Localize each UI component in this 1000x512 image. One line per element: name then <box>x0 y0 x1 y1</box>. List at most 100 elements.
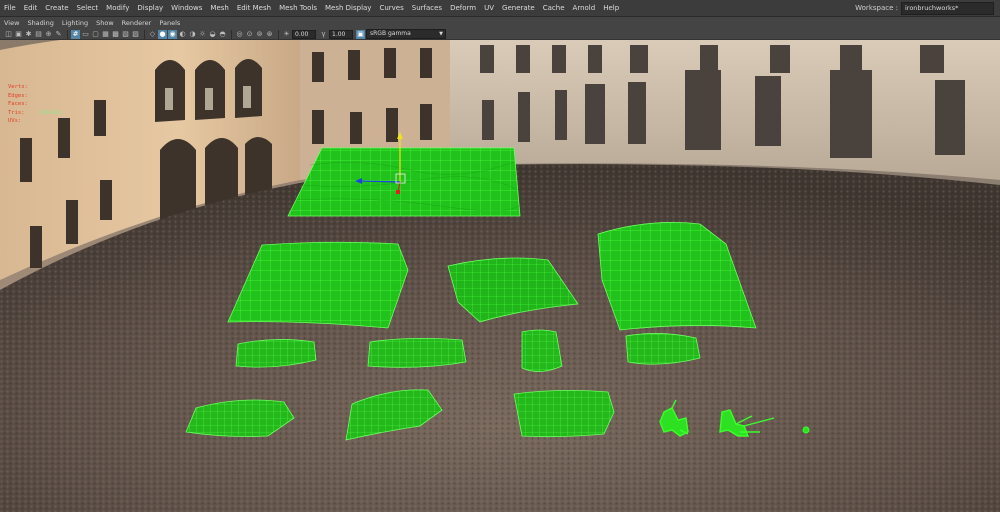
ambient-occlusion-icon[interactable]: ◓ <box>218 30 227 39</box>
mesh-patch[interactable] <box>367 338 467 368</box>
select-camera-icon[interactable]: ◫ <box>4 30 13 39</box>
gamma-icon: γ <box>321 29 326 38</box>
hud-row: Tris: 1014122 <box>8 109 116 118</box>
gamma-field[interactable]: 1.00 <box>329 29 353 39</box>
hud-value <box>68 83 96 92</box>
panel-menu-bar: View Shading Lighting Show Renderer Pane… <box>0 17 1000 29</box>
textured-icon[interactable]: ◑ <box>188 30 197 39</box>
menu-surfaces[interactable]: Surfaces <box>408 0 446 16</box>
hud-value <box>102 92 116 101</box>
safe-action-icon[interactable]: ▧ <box>121 30 130 39</box>
isolate-select-icon[interactable]: ◎ <box>235 30 244 39</box>
viewport-toolbar: ◫ ▣ ✱ ▤ ⊕ ✎ # ▭ ▢ ▦ ▩ ▧ ▨ ◇ ● ◉ ◐ ◑ ☼ ◒ … <box>0 29 1000 40</box>
color-management-icon[interactable]: ▣ <box>356 29 365 39</box>
hud-value <box>68 117 96 126</box>
panel-menu-renderer[interactable]: Renderer <box>118 17 156 29</box>
exposure-icon: ☀ <box>283 29 290 38</box>
hud-value <box>34 117 62 126</box>
2d-pan-zoom-icon[interactable]: ⊕ <box>44 30 53 39</box>
toolbar-separator <box>231 29 232 39</box>
menu-arnold[interactable]: Arnold <box>569 0 600 16</box>
hud-row: UVs: <box>8 117 116 126</box>
menu-windows[interactable]: Windows <box>167 0 206 16</box>
bookmark-icon[interactable]: ✱ <box>24 30 33 39</box>
hud-row: Edges: <box>8 92 116 101</box>
image-plane-icon[interactable]: ▤ <box>34 30 43 39</box>
maya-window: File Edit Create Select Modify Display W… <box>0 0 1000 512</box>
viewport-scene <box>0 40 1000 512</box>
menu-file[interactable]: File <box>0 0 20 16</box>
menu-edit-mesh[interactable]: Edit Mesh <box>233 0 275 16</box>
toolbar-separator <box>278 29 279 39</box>
menu-mesh-tools[interactable]: Mesh Tools <box>275 0 321 16</box>
hud-value <box>34 92 62 101</box>
smooth-shade-icon[interactable]: ● <box>158 29 167 39</box>
wireframe-on-shaded-icon[interactable]: ◉ <box>168 29 177 39</box>
menu-select[interactable]: Select <box>73 0 103 16</box>
safe-title-icon[interactable]: ▨ <box>131 30 140 39</box>
selected-plane-mesh[interactable] <box>287 147 521 217</box>
menu-help[interactable]: Help <box>599 0 623 16</box>
hud-value <box>102 83 116 92</box>
hud-value <box>102 117 116 126</box>
film-gate-icon[interactable]: ▭ <box>81 30 90 39</box>
use-lights-icon[interactable]: ☼ <box>198 30 207 39</box>
panel-menu-view[interactable]: View <box>0 17 23 29</box>
menu-generate[interactable]: Generate <box>498 0 539 16</box>
xray-joints-icon[interactable]: ⊚ <box>255 30 264 39</box>
gate-mask-icon[interactable]: ▦ <box>101 30 110 39</box>
menu-create[interactable]: Create <box>41 0 72 16</box>
shadows-icon[interactable]: ◒ <box>208 30 217 39</box>
menu-curves[interactable]: Curves <box>375 0 407 16</box>
panel-menu-show[interactable]: Show <box>92 17 118 29</box>
default-material-icon[interactable]: ◐ <box>178 30 187 39</box>
menu-deform[interactable]: Deform <box>446 0 480 16</box>
hud-value <box>102 109 116 118</box>
hud-value <box>34 100 62 109</box>
workspace-selector: Workspace : ironbruchworks* <box>855 0 994 16</box>
field-chart-icon[interactable]: ▩ <box>111 30 120 39</box>
hud-value <box>102 100 116 109</box>
exposure-field[interactable]: 0.00 <box>292 29 316 39</box>
panel-menu-panels[interactable]: Panels <box>155 17 184 29</box>
hud-row: Verts: <box>8 83 116 92</box>
resolution-gate-icon[interactable]: ▢ <box>91 30 100 39</box>
menu-edit[interactable]: Edit <box>20 0 42 16</box>
hud-label: UVs: <box>8 118 22 124</box>
xray-components-icon[interactable]: ⊛ <box>265 30 274 39</box>
main-menu-bar: File Edit Create Select Modify Display W… <box>0 0 1000 17</box>
workspace-label: Workspace : <box>855 4 898 12</box>
mesh-patch[interactable] <box>513 390 615 438</box>
hud-value <box>68 100 96 109</box>
camera-attributes-icon[interactable]: ▣ <box>14 30 23 39</box>
perspective-viewport[interactable]: Verts: Edges: Faces: Tris: 1014122 UVs: <box>0 40 1000 512</box>
x-axis-cube-icon <box>396 190 400 194</box>
hud-row: Faces: <box>8 100 116 109</box>
hud-value <box>34 83 62 92</box>
xray-icon[interactable]: ⊙ <box>245 30 254 39</box>
mesh-patch[interactable] <box>521 329 563 372</box>
panel-menu-lighting[interactable]: Lighting <box>58 17 92 29</box>
menu-modify[interactable]: Modify <box>102 0 133 16</box>
wireframe-icon[interactable]: ◇ <box>148 30 157 39</box>
hud-value <box>68 109 96 118</box>
main-menu: File Edit Create Select Modify Display W… <box>0 0 623 16</box>
grid-icon[interactable]: # <box>71 29 80 39</box>
menu-mesh[interactable]: Mesh <box>206 0 232 16</box>
menu-display[interactable]: Display <box>133 0 167 16</box>
mesh-patch[interactable] <box>625 333 701 365</box>
menu-uv[interactable]: UV <box>480 0 498 16</box>
mesh-patch[interactable] <box>235 339 317 368</box>
menu-cache[interactable]: Cache <box>539 0 569 16</box>
debris-mesh[interactable] <box>802 426 810 434</box>
grease-pencil-icon[interactable]: ✎ <box>54 30 63 39</box>
workspace-dropdown[interactable]: ironbruchworks* <box>901 1 994 15</box>
hud-label: Faces: <box>8 101 28 107</box>
chevron-down-icon: ▼ <box>439 31 443 37</box>
menu-mesh-display[interactable]: Mesh Display <box>321 0 375 16</box>
panel-menu-shading[interactable]: Shading <box>23 17 57 29</box>
hud-label: Edges: <box>8 92 28 99</box>
hud-value: 1014122 <box>38 109 62 116</box>
view-transform-dropdown[interactable]: sRGB gamma ▼ <box>366 29 446 39</box>
toolbar-separator <box>67 29 68 39</box>
